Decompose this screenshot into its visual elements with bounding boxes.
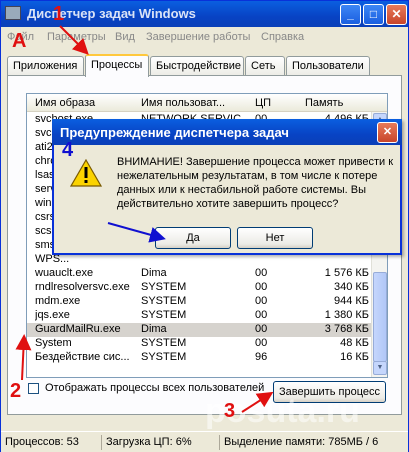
annotation-a: A (12, 30, 27, 52)
status-cpu-load: Загрузка ЦП: 6% (101, 435, 192, 450)
column-cpu[interactable]: ЦП (255, 97, 271, 109)
column-user-name[interactable]: Имя пользоват... (141, 97, 225, 109)
dialog-message: ВНИМАНИЕ! Завершение процесса может прив… (117, 156, 394, 210)
task-manager-icon (5, 6, 21, 20)
cell-image-name: Бездействие сис... (35, 351, 130, 363)
column-image-name[interactable]: Имя образа (35, 97, 95, 109)
tab-network[interactable]: Сеть (245, 56, 285, 76)
annotation-2: 2 (10, 380, 22, 402)
scroll-down-icon[interactable]: ▼ (373, 361, 387, 375)
tab-users[interactable]: Пользователи (286, 56, 370, 76)
cell-user-name: SYSTEM (141, 309, 187, 321)
cell-image-name: jqs.exe (35, 309, 70, 321)
annotation-3: 3 (224, 400, 236, 422)
cell-cpu: 00 (255, 267, 268, 279)
maximize-button[interactable]: □ (363, 4, 384, 25)
table-row[interactable]: mdm.exe SYSTEM 00 944 КБ (27, 295, 371, 309)
minimize-button[interactable]: _ (340, 4, 361, 25)
cell-user-name: SYSTEM (141, 337, 187, 349)
annotation-1: 1 (53, 3, 65, 25)
cell-memory: 944 КБ (333, 295, 369, 307)
cell-cpu: 96 (255, 351, 268, 363)
table-row[interactable]: WPS... (27, 253, 371, 267)
cell-memory: 16 КБ (340, 351, 369, 363)
table-row[interactable]: Бездействие сис... SYSTEM 96 16 КБ (27, 351, 371, 365)
menu-help[interactable]: Справка (261, 31, 304, 43)
cell-memory: 48 КБ (340, 337, 369, 349)
table-row[interactable]: jqs.exe SYSTEM 00 1 380 КБ (27, 309, 371, 323)
cell-cpu: 00 (255, 323, 268, 335)
close-button[interactable]: ✕ (386, 4, 407, 25)
cell-user-name: SYSTEM (141, 351, 187, 363)
menu-options[interactable]: Параметры (47, 31, 106, 43)
cell-image-name: wuauclt.exe (35, 267, 94, 279)
warning-dialog: Предупреждение диспетчера задач ✕ ВНИМАН… (52, 119, 402, 255)
cell-memory: 3 768 КБ (324, 323, 369, 335)
scroll-thumb[interactable] (373, 272, 387, 362)
cell-image-name: System (35, 337, 72, 349)
cell-cpu: 00 (255, 309, 268, 321)
status-bar: Процессов: 53 Загрузка ЦП: 6% Выделение … (1, 431, 408, 452)
menu-shutdown[interactable]: Завершение работы (146, 31, 250, 43)
cell-image-name: mdm.exe (35, 295, 81, 307)
annotation-4: 4 (62, 139, 74, 161)
warning-icon (70, 159, 102, 187)
cell-user-name: SYSTEM (141, 281, 187, 293)
tab-strip: Приложения Процессы Быстродействие Сеть … (7, 54, 402, 77)
cell-image-name: GuardMailRu.exe (35, 323, 121, 335)
table-row[interactable]: rndlresolversvc.exe SYSTEM 00 340 КБ (27, 281, 371, 295)
status-process-count: Процессов: 53 (5, 436, 79, 448)
table-row[interactable]: GuardMailRu.exe Dima 00 3 768 КБ (27, 323, 371, 337)
dialog-close-button[interactable]: ✕ (377, 122, 398, 143)
no-button[interactable]: Нет (237, 227, 313, 249)
cell-user-name: Dima (141, 323, 167, 335)
cell-user-name: SYSTEM (141, 295, 187, 307)
dialog-title: Предупреждение диспетчера задач (60, 125, 289, 140)
status-memory: Выделение памяти: 785МБ / 6 (219, 435, 378, 450)
show-all-users-checkbox[interactable] (28, 383, 39, 394)
column-memory[interactable]: Память (305, 97, 343, 109)
cell-memory: 1 380 КБ (324, 309, 369, 321)
menu-view[interactable]: Вид (115, 31, 135, 43)
cell-memory: 1 576 КБ (324, 267, 369, 279)
cell-memory: 340 КБ (333, 281, 369, 293)
cell-image-name: rndlresolversvc.exe (35, 281, 130, 293)
dialog-title-bar[interactable]: Предупреждение диспетчера задач ✕ (52, 119, 402, 145)
tab-performance[interactable]: Быстродействие (150, 56, 244, 76)
cell-cpu: 00 (255, 337, 268, 349)
cell-cpu: 00 (255, 281, 268, 293)
tab-processes[interactable]: Процессы (85, 54, 149, 77)
cell-cpu: 00 (255, 295, 268, 307)
table-row[interactable]: wuauclt.exe Dima 00 1 576 КБ (27, 267, 371, 281)
tab-applications[interactable]: Приложения (7, 56, 84, 76)
menu-bar: Файл Параметры Вид Завершение работы Спр… (1, 27, 408, 47)
cell-user-name: Dima (141, 267, 167, 279)
table-row[interactable]: System SYSTEM 00 48 КБ (27, 337, 371, 351)
yes-button[interactable]: Да (155, 227, 231, 249)
list-header: Имя образа Имя пользоват... ЦП Память (27, 94, 387, 112)
